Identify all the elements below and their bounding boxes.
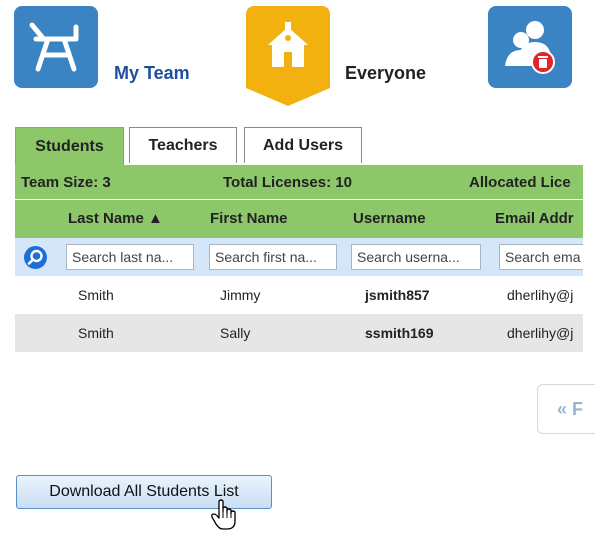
my-team-tile[interactable] (14, 6, 98, 88)
my-team-label[interactable]: My Team (114, 63, 190, 84)
desk-icon (29, 22, 79, 72)
email-filter-input[interactable] (499, 244, 583, 270)
cell-username: ssmith169 (365, 325, 434, 341)
tab-students[interactable]: Students (15, 127, 124, 165)
column-header-username[interactable]: Username (353, 210, 426, 227)
everyone-tile[interactable] (246, 6, 330, 88)
team-size: Team Size: 3 (21, 174, 111, 191)
allocated-licenses: Allocated Lice (469, 174, 571, 191)
table-header-row: Last Name ▲ First Name Username Email Ad… (15, 200, 583, 238)
magnifier-icon (27, 249, 43, 265)
everyone-tile-pointer (246, 88, 330, 106)
table-row[interactable]: Smith Sally ssmith169 dherlihy@j (15, 314, 583, 352)
tab-add-users[interactable]: Add Users (244, 127, 362, 163)
column-header-first-name[interactable]: First Name (210, 210, 288, 227)
cell-email: dherlihy@j (507, 287, 574, 303)
search-button[interactable] (24, 246, 47, 269)
everyone-label[interactable]: Everyone (345, 63, 426, 84)
cell-email: dherlihy@j (507, 325, 574, 341)
pagination-first-button[interactable]: « F (537, 384, 595, 434)
schoolhouse-icon (268, 22, 308, 67)
cell-first-name: Sally (220, 325, 251, 341)
cell-username: jsmith857 (365, 287, 430, 303)
total-licenses: Total Licenses: 10 (223, 174, 352, 191)
first-name-filter-input[interactable] (209, 244, 337, 270)
column-header-last-name[interactable]: Last Name ▲ (68, 210, 163, 227)
table-row[interactable]: Smith Jimmy jsmith857 dherlihy@j (15, 276, 583, 314)
tab-teachers[interactable]: Teachers (129, 127, 237, 163)
hand-cursor-icon (211, 499, 236, 530)
license-summary-bar: Team Size: 3 Total Licenses: 10 Allocate… (15, 165, 583, 200)
cell-last-name: Smith (78, 287, 114, 303)
last-name-filter-input[interactable] (66, 244, 194, 270)
username-filter-input[interactable] (351, 244, 481, 270)
remove-user-icon (505, 21, 555, 74)
filter-row (15, 238, 583, 276)
column-header-email[interactable]: Email Addr (495, 210, 574, 227)
remove-user-tile[interactable] (488, 6, 572, 88)
cell-first-name: Jimmy (220, 287, 261, 303)
cell-last-name: Smith (78, 325, 114, 341)
